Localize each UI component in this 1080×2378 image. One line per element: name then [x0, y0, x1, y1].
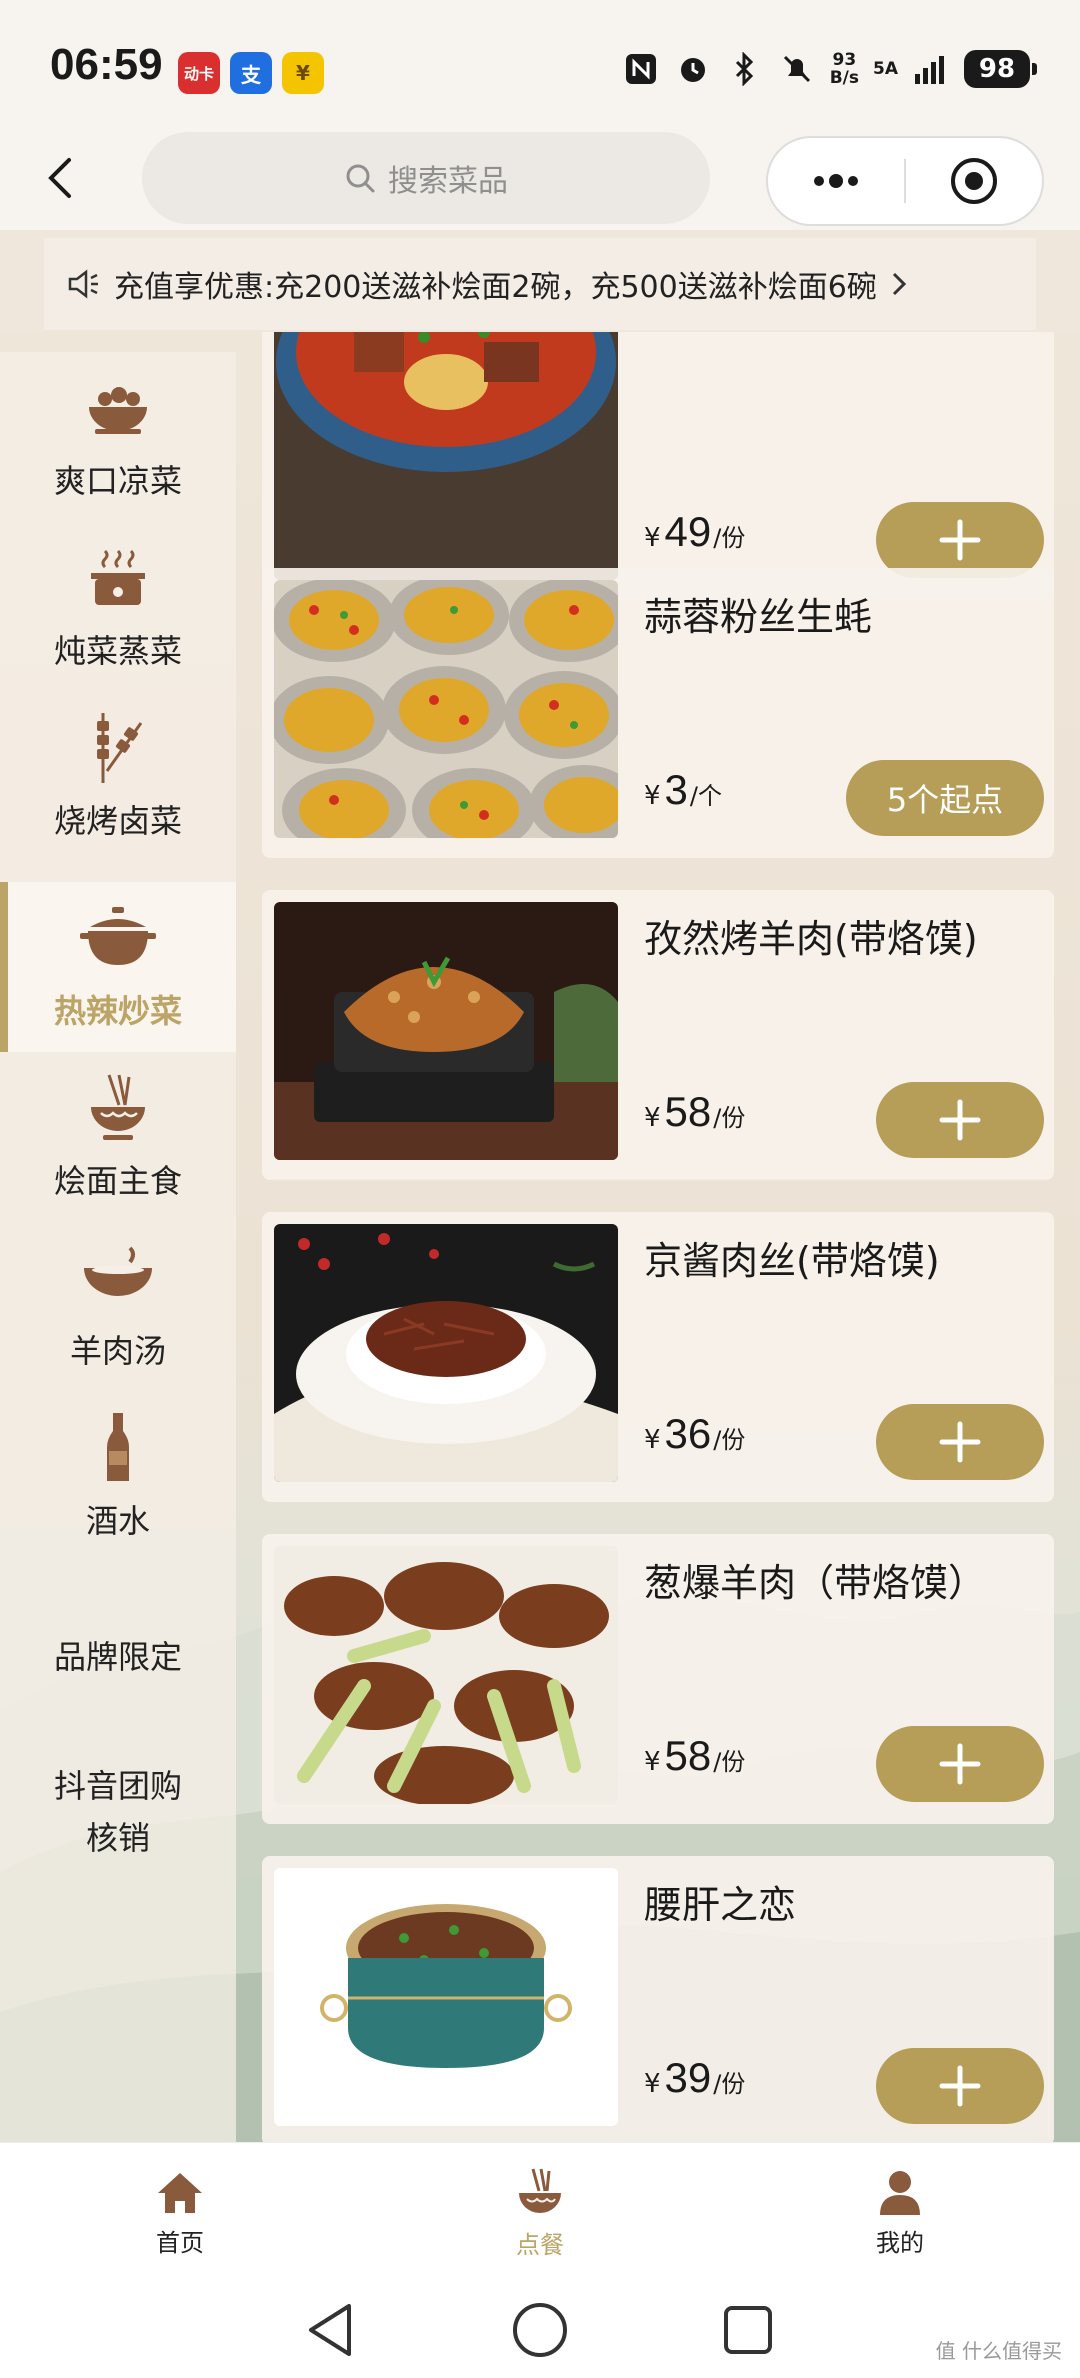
- dish-image-cumin-lamb: [274, 902, 618, 1160]
- system-home-button[interactable]: [508, 2298, 572, 2362]
- dish-name: 蒜蓉粉丝生蚝: [644, 595, 873, 639]
- dish-price: ¥ 58 /份: [644, 1732, 746, 1779]
- battery-indicator: 98: [964, 50, 1037, 88]
- plus-icon: [939, 1743, 981, 1785]
- dish-image-kidney-liver: [274, 1868, 618, 2126]
- app-notification-icon: 动卡: [178, 52, 220, 94]
- dish-price: ¥ 3 /个: [644, 766, 722, 813]
- square-recents-icon: [724, 2306, 772, 2354]
- plus-icon: [939, 519, 981, 561]
- add-to-cart-button[interactable]: [876, 1082, 1044, 1158]
- back-button[interactable]: [30, 148, 90, 208]
- dish-name: 葱爆羊肉（带烙馍）: [644, 1561, 987, 1605]
- more-dots-icon: [814, 174, 858, 188]
- payment-notification-icon: ¥: [282, 52, 324, 94]
- cold-dish-icon: [78, 367, 158, 447]
- system-back-button[interactable]: [298, 2298, 362, 2362]
- tab-order[interactable]: 点餐: [440, 2143, 640, 2283]
- triangle-back-icon: [309, 2304, 351, 2356]
- system-icons: 93 B/s 5A 98: [622, 50, 1037, 88]
- dish-price: ¥ 36 /份: [644, 1410, 746, 1457]
- bottle-icon: [78, 1407, 158, 1487]
- dish-image-scallion-lamb: [274, 1546, 618, 1804]
- dish-name: 腰肝之恋: [644, 1883, 797, 1927]
- system-navigation: 值 什么值得买: [0, 2282, 1080, 2378]
- network-speed: 93 B/s: [829, 50, 859, 88]
- noodle-bowl-icon: [78, 1067, 158, 1147]
- add-to-cart-button[interactable]: [876, 1404, 1044, 1480]
- dish-card[interactable]: 葱爆羊肉（带烙馍） ¥ 58 /份: [262, 1534, 1054, 1824]
- sidebar-item-stew[interactable]: 炖菜蒸菜: [0, 522, 236, 692]
- miniprogram-capsule: [766, 136, 1044, 226]
- clock: 06:59: [50, 40, 163, 89]
- sidebar-item-noodles[interactable]: 烩面主食: [0, 1052, 236, 1222]
- search-icon: [346, 164, 375, 193]
- dish-card[interactable]: 京酱肉丝(带烙馍) ¥ 36 /份: [262, 1212, 1054, 1502]
- skewer-icon: [78, 707, 158, 787]
- dish-price: ¥ 39 /份: [644, 2054, 746, 2101]
- nfc-icon: [622, 50, 660, 88]
- dish-price: ¥ 49 /份: [644, 508, 746, 555]
- sidebar-item-brand-limited[interactable]: 品牌限定: [0, 1602, 236, 1712]
- dish-image-oysters: [274, 580, 618, 838]
- bluetooth-icon: [726, 50, 764, 88]
- circle-home-icon: [513, 2303, 567, 2357]
- chevron-left-icon: [48, 158, 71, 198]
- min-order-button[interactable]: 5个起点: [846, 760, 1044, 836]
- sidebar-item-cold-dishes[interactable]: 爽口凉菜: [0, 352, 236, 522]
- sidebar-item-hot-stir-fry[interactable]: 热辣炒菜: [0, 882, 236, 1052]
- watermark: 值 什么值得买: [935, 2339, 1062, 2363]
- signal-bars-icon: [912, 50, 950, 88]
- bottom-tab-bar: 首页 点餐 我的: [0, 2142, 1080, 2282]
- soup-bowl-icon: [78, 1237, 158, 1317]
- sidebar-item-bbq[interactable]: 烧烤卤菜: [0, 692, 236, 862]
- dish-card[interactable]: ¥ 49 /份: [262, 332, 1054, 600]
- user-icon: [880, 2170, 920, 2215]
- system-recents-button[interactable]: [716, 2298, 780, 2362]
- chevron-right-icon: [892, 272, 906, 296]
- tab-mine[interactable]: 我的: [800, 2143, 1000, 2283]
- add-to-cart-button[interactable]: [876, 2048, 1044, 2124]
- add-to-cart-button[interactable]: [876, 502, 1044, 578]
- order-bowl-icon: [519, 2168, 561, 2213]
- dish-card[interactable]: 腰肝之恋 ¥ 39 /份: [262, 1856, 1054, 2142]
- home-icon: [158, 2172, 202, 2213]
- alipay-notification-icon: 支: [230, 52, 272, 94]
- dish-image-shredded-pork: [274, 1224, 618, 1482]
- tab-home[interactable]: 首页: [80, 2143, 280, 2283]
- search-placeholder: 搜索菜品: [388, 164, 508, 199]
- promo-notice[interactable]: 充值享优惠:充200送滋补烩面2碗，充500送滋补烩面6碗: [44, 238, 1036, 330]
- dish-card[interactable]: 蒜蓉粉丝生蚝 ¥ 3 /个 5个起点: [262, 568, 1054, 858]
- plus-icon: [939, 1099, 981, 1141]
- dish-price: ¥ 58 /份: [644, 1088, 746, 1135]
- menu-content: 爽口凉菜 炖菜蒸菜 烧烤卤菜 热辣炒菜 烩面主食 羊肉汤 酒水 品牌限定 抖音团…: [0, 332, 1080, 2142]
- dish-name: 京酱肉丝(带烙馍): [644, 1239, 940, 1283]
- speaker-icon: [68, 269, 98, 299]
- dish-card[interactable]: 孜然烤羊肉(带烙馍) ¥ 58 /份: [262, 890, 1054, 1180]
- close-miniprogram-button[interactable]: [906, 138, 1042, 224]
- steamer-icon: [78, 537, 158, 617]
- add-to-cart-button[interactable]: [876, 1726, 1044, 1802]
- status-bar: 06:59 动卡 支 ¥ 93 B/s 5A 98: [0, 0, 1080, 130]
- dish-image-spicy-platter: [274, 332, 618, 580]
- promo-text: 充值享优惠:充200送滋补烩面2碗，充500送滋补烩面6碗: [114, 270, 877, 305]
- dish-name: 孜然烤羊肉(带烙馍): [644, 917, 978, 961]
- clay-pot-icon: [78, 897, 158, 977]
- alarm-icon: [674, 50, 712, 88]
- sidebar-item-mutton-soup[interactable]: 羊肉汤: [0, 1222, 236, 1392]
- signal-label: 5A: [873, 59, 898, 79]
- sidebar-item-douyin-group[interactable]: 抖音团购 核销: [0, 1742, 236, 1882]
- target-circle-icon: [951, 158, 997, 204]
- plus-icon: [939, 2065, 981, 2107]
- category-sidebar: 爽口凉菜 炖菜蒸菜 烧烤卤菜 热辣炒菜 烩面主食 羊肉汤 酒水 品牌限定 抖音团…: [0, 352, 236, 2142]
- more-button[interactable]: [768, 138, 904, 224]
- search-input[interactable]: 搜索菜品: [142, 132, 710, 224]
- sidebar-item-drinks[interactable]: 酒水: [0, 1392, 236, 1562]
- mute-bell-icon: [778, 50, 816, 88]
- nav-header: 搜索菜品: [0, 130, 1080, 230]
- plus-icon: [939, 1421, 981, 1463]
